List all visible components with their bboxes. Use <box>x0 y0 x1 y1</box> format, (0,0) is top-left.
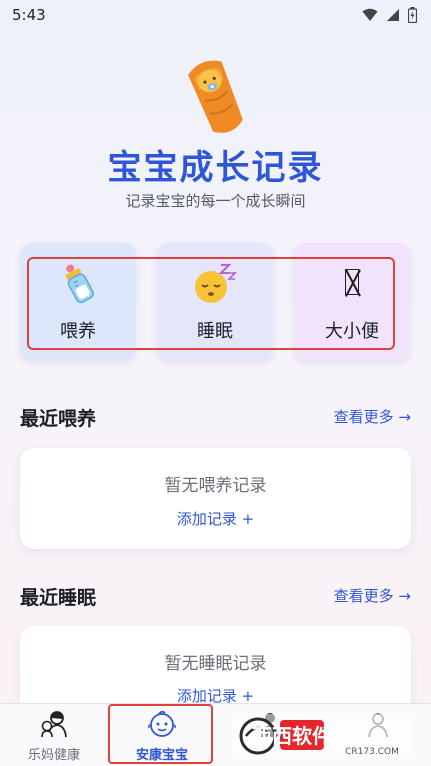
feeding-add-record-link[interactable]: 添加记录 + <box>20 508 411 529</box>
feeding-section-title: 最近喂养 <box>20 408 97 430</box>
watermark-url-text: CR173.COM <box>345 747 399 757</box>
feeding-see-more-link[interactable]: 查看更多 → <box>334 406 411 427</box>
feeding-empty-text: 暂无喂养记录 <box>164 476 267 496</box>
watermark-logo: 西西软件园 CR173.COM <box>232 714 414 758</box>
quick-actions-highlight <box>27 257 395 350</box>
nav-icon-wrapper <box>0 710 108 738</box>
page-subtitle: 记录宝宝的每一个成长瞬间 <box>125 192 306 210</box>
sleep-section-title: 最近睡眠 <box>20 587 97 609</box>
nav-label-mom-health: 乐妈健康 <box>27 748 80 763</box>
sleep-empty-text: 暂无睡眠记录 <box>164 654 267 674</box>
sleep-see-more-link[interactable]: 查看更多 → <box>334 585 411 606</box>
swaddled-baby-icon <box>188 60 243 133</box>
active-nav-highlight <box>108 704 213 764</box>
nav-item-mom-health[interactable]: 乐妈健康 <box>0 704 108 766</box>
status-icons <box>362 7 417 23</box>
wifi-icon <box>362 8 378 21</box>
cellular-icon <box>387 9 399 21</box>
status-bar: 5:43 <box>0 0 431 30</box>
battery-icon <box>408 7 417 23</box>
status-time: 5:43 <box>12 6 46 24</box>
page-title: 宝宝成长记录 <box>107 148 324 188</box>
feeding-empty-card: 暂无喂养记录 添加记录 + <box>20 448 411 549</box>
watermark-brand-text: 西西软件园 <box>252 724 352 748</box>
mother-baby-icon <box>41 711 67 738</box>
